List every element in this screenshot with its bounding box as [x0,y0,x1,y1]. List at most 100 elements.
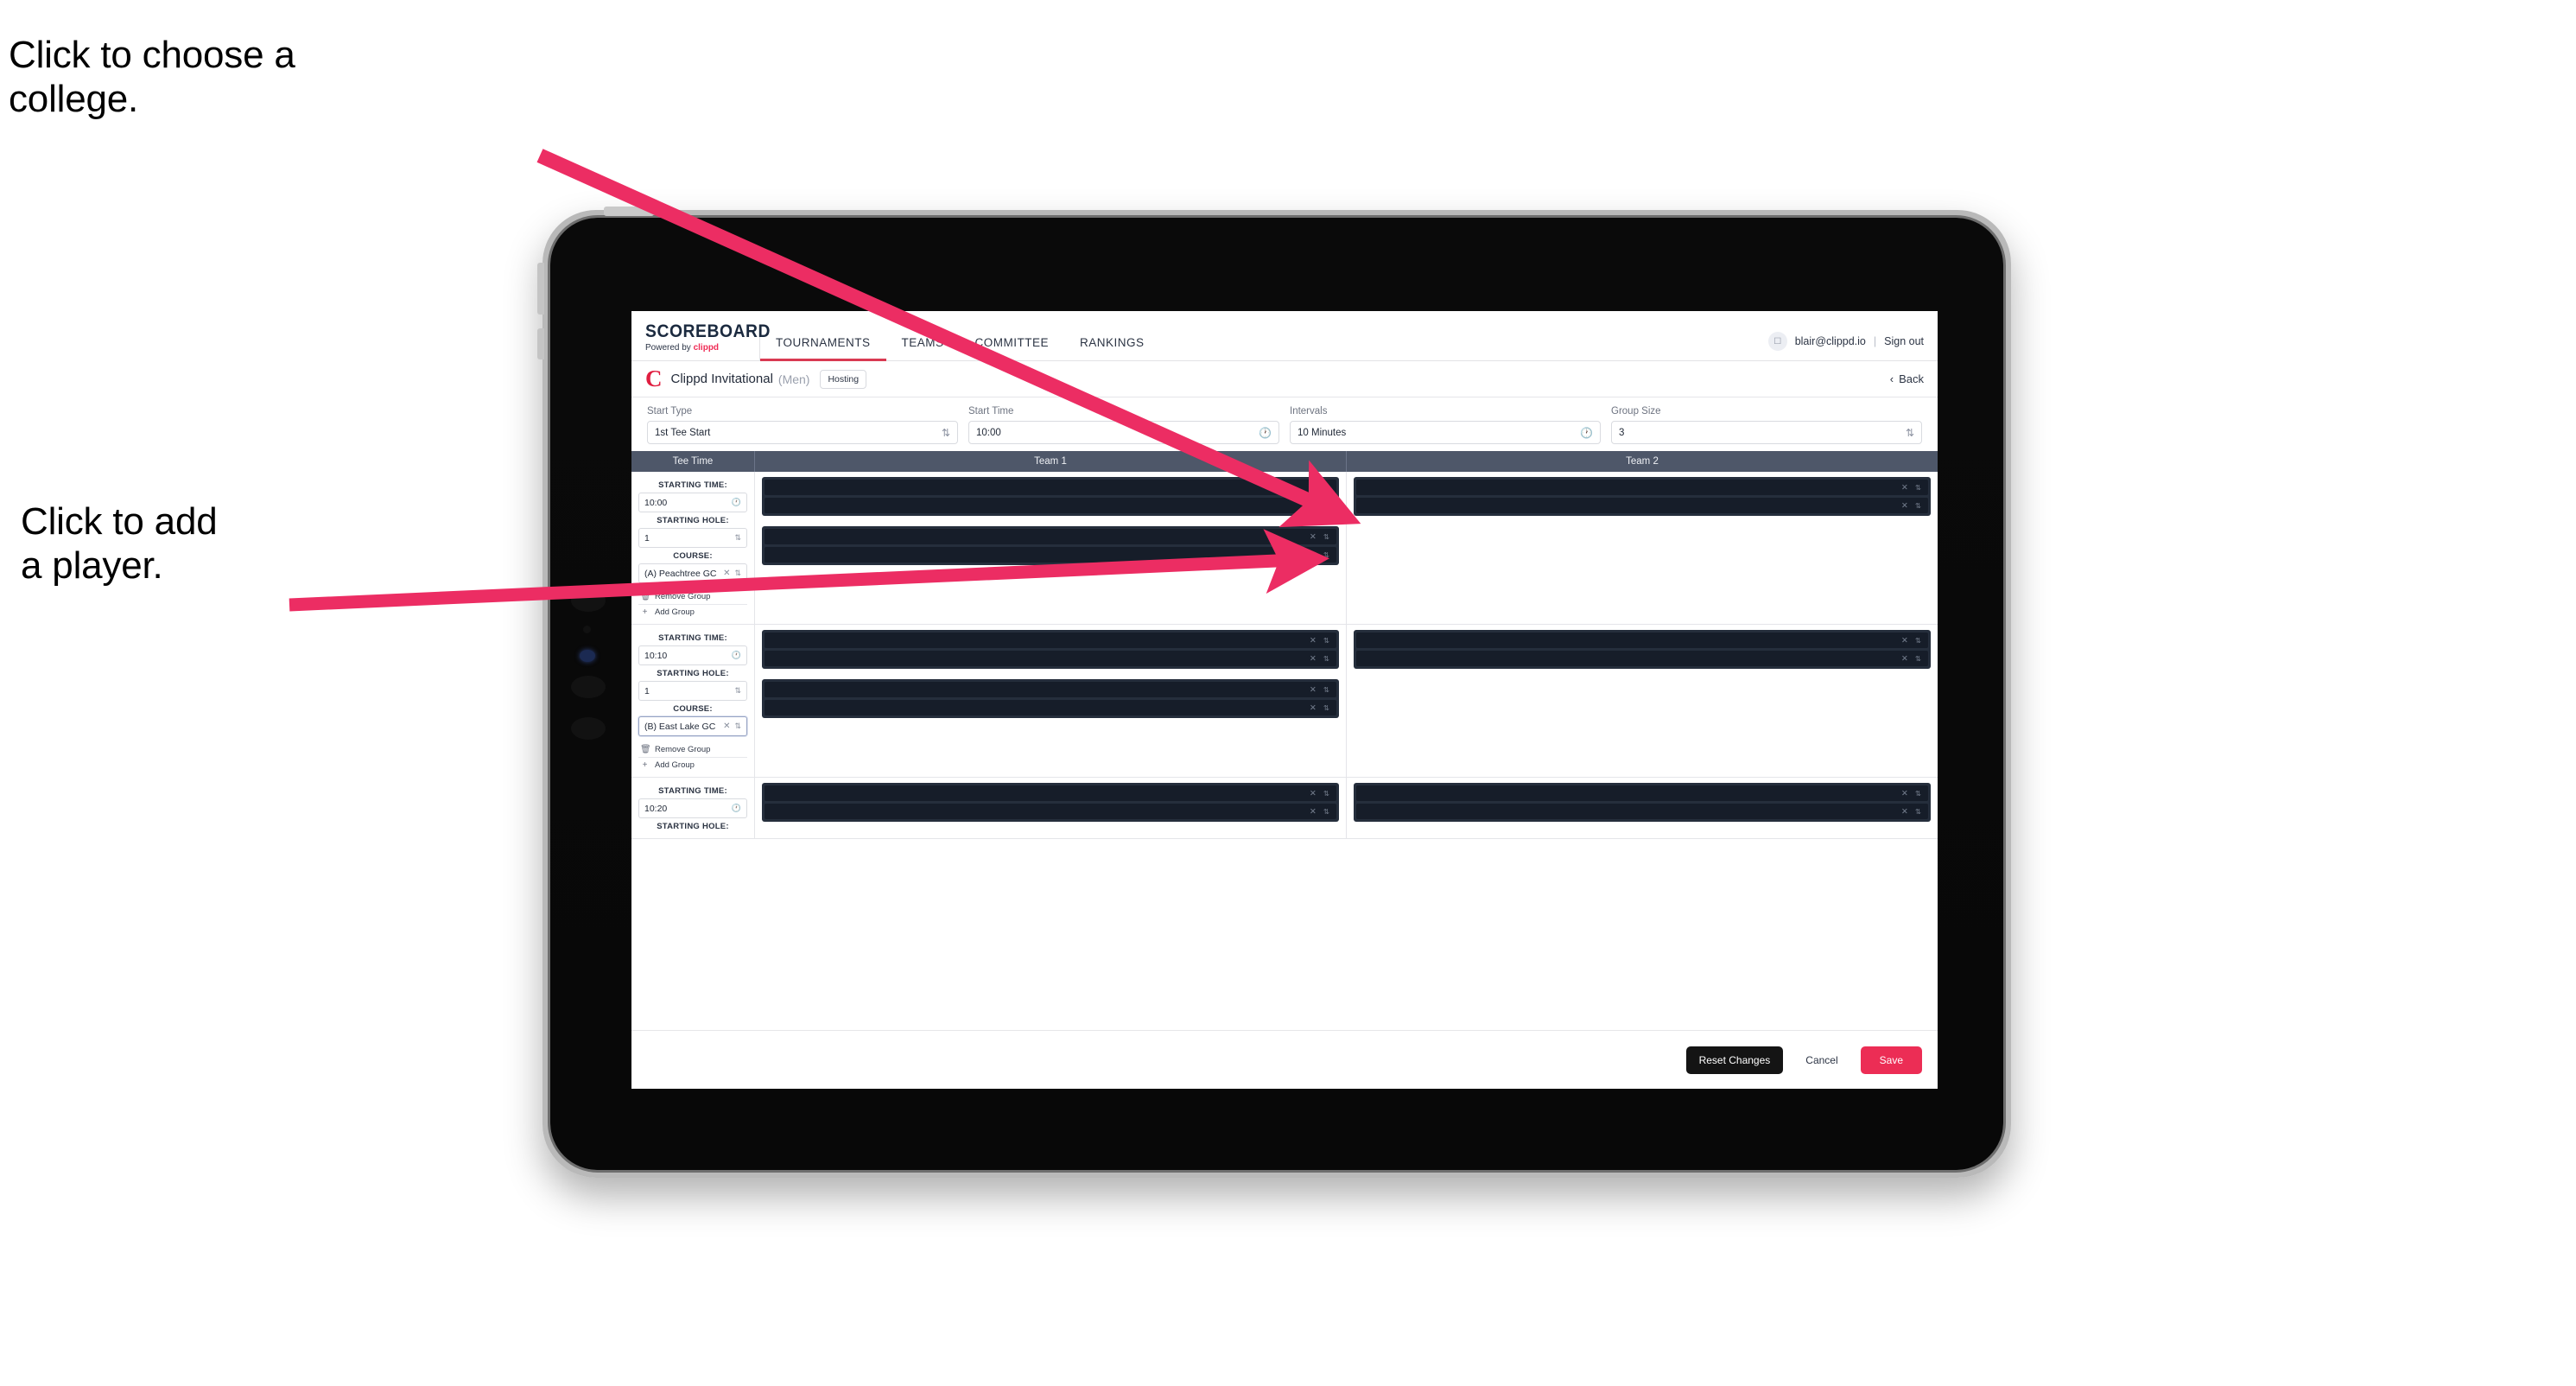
start-type-select[interactable]: 1st Tee Start ⇅ [647,421,958,444]
clock-icon[interactable]: 🕐 [1580,427,1593,439]
close-icon[interactable]: ✕ [1310,550,1317,560]
stepper-icon[interactable]: ⇅ [1323,808,1329,816]
intervals-input[interactable]: 10 Minutes 🕐 [1290,421,1601,444]
starting-time-label: STARTING TIME: [658,786,727,796]
stepper-icon[interactable]: ⇅ [1323,502,1329,510]
back-link[interactable]: ‹ Back [1890,372,1924,385]
close-icon[interactable]: ✕ [1310,654,1317,664]
nav-item-tournaments[interactable]: TOURNAMENTS [760,336,886,361]
starting-time-input[interactable]: 10:00 🕐 [638,493,747,512]
hosting-badge: Hosting [820,369,867,389]
stepper-icon[interactable]: ⇅ [1323,655,1329,663]
stepper-icon[interactable]: ⇅ [1323,637,1329,645]
clock-icon[interactable]: 🕐 [732,499,741,506]
player-slot[interactable]: ✕ ⇅ [1356,480,1928,495]
player-slot[interactable]: ✕ ⇅ [765,804,1336,819]
starting-hole-input[interactable]: 1 ⇅ [638,528,747,548]
player-slot[interactable]: ✕ ⇅ [765,529,1336,544]
add-group-button[interactable]: + Add Group [638,757,747,772]
player-slot[interactable]: ✕ ⇅ [765,498,1336,513]
stepper-icon[interactable]: ⇅ [734,569,741,577]
player-slot[interactable]: ✕ ⇅ [765,480,1336,495]
account-separator: | [1873,335,1877,347]
stepper-icon[interactable]: ⇅ [734,534,741,542]
table-row: STARTING TIME: 10:00 🕐 STARTING HOLE: 1 … [631,472,1938,625]
close-icon[interactable]: ✕ [1901,807,1908,817]
microphone-icon [583,626,591,633]
course-label: COURSE: [673,704,713,714]
stepper-icon[interactable]: ⇅ [1915,790,1921,798]
tee-time-cell: STARTING TIME: 10:20 🕐 STARTING HOLE: [631,778,755,838]
stepper-icon[interactable]: ⇅ [734,722,741,730]
add-group-button[interactable]: + Add Group [638,604,747,620]
clock-icon[interactable]: 🕐 [732,804,741,812]
course-select[interactable]: (A) Peachtree GC ✕ ⇅ [638,563,747,583]
nav-item-rankings[interactable]: RANKINGS [1064,336,1160,361]
table-row: STARTING TIME: 10:20 🕐 STARTING HOLE: ✕ … [631,778,1938,839]
stepper-icon[interactable]: ⇅ [734,687,741,695]
close-icon[interactable]: ✕ [1901,636,1908,645]
starting-time-label: STARTING TIME: [658,480,727,490]
stepper-icon[interactable]: ⇅ [1906,427,1914,439]
user-avatar-icon[interactable]: ☐ [1767,332,1787,351]
close-icon[interactable]: ✕ [1310,703,1317,713]
close-icon[interactable]: ✕ [1901,654,1908,664]
starting-time-input[interactable]: 10:10 🕐 [638,645,747,665]
close-icon[interactable]: ✕ [1310,685,1317,695]
close-icon[interactable]: ✕ [723,722,730,731]
close-icon[interactable]: ✕ [1901,501,1908,511]
stepper-icon[interactable]: ⇅ [1915,484,1921,492]
starting-hole-input[interactable]: 1 ⇅ [638,681,747,701]
player-slot[interactable]: ✕ ⇅ [1356,498,1928,513]
player-slot[interactable]: ✕ ⇅ [765,785,1336,801]
scoreboard-logo[interactable]: SCOREBOARD Powered by clippd [631,321,771,360]
starting-hole-label: STARTING HOLE: [657,669,729,678]
camera-lens-secondary-icon [571,676,606,698]
player-slot[interactable]: ✕ ⇅ [1356,633,1928,648]
save-button[interactable]: Save [1860,1046,1922,1074]
group-size-select[interactable]: 3 ⇅ [1611,421,1922,444]
player-slot[interactable]: ✕ ⇅ [765,682,1336,697]
close-icon[interactable]: ✕ [1310,789,1317,798]
remove-group-button[interactable]: 🗑 Remove Group [638,589,747,604]
tablet-device-frame: SCOREBOARD Powered by clippd TOURNAMENTS… [537,207,2011,1178]
player-slot[interactable]: ✕ ⇅ [765,633,1336,648]
player-slot[interactable]: ✕ ⇅ [1356,804,1928,819]
stepper-icon[interactable]: ⇅ [1323,551,1329,559]
player-slot[interactable]: ✕ ⇅ [765,700,1336,715]
close-icon[interactable]: ✕ [1901,483,1908,493]
cancel-button[interactable]: Cancel [1790,1046,1853,1074]
starting-time-input[interactable]: 10:20 🕐 [638,798,747,818]
course-select[interactable]: (B) East Lake GC ✕ ⇅ [638,716,747,736]
stepper-icon[interactable]: ⇅ [1323,484,1329,492]
player-slot[interactable]: ✕ ⇅ [1356,785,1928,801]
clock-icon[interactable]: 🕐 [732,652,741,659]
player-slot[interactable]: ✕ ⇅ [765,651,1336,666]
stepper-icon[interactable]: ⇅ [1915,655,1921,663]
close-icon[interactable]: ✕ [1310,501,1317,511]
reset-changes-button[interactable]: Reset Changes [1685,1046,1784,1074]
player-slot[interactable]: ✕ ⇅ [1356,651,1928,666]
stepper-icon[interactable]: ⇅ [1915,502,1921,510]
close-icon[interactable]: ✕ [1310,807,1317,817]
stepper-icon[interactable]: ⇅ [1915,637,1921,645]
remove-group-button[interactable]: 🗑 Remove Group [638,742,747,757]
clock-icon[interactable]: 🕐 [1259,427,1272,439]
start-time-input[interactable]: 10:00 🕐 [968,421,1279,444]
stepper-icon[interactable]: ⇅ [942,427,950,439]
stepper-icon[interactable]: ⇅ [1915,808,1921,816]
camera-lens-tertiary-icon [571,717,606,740]
close-icon[interactable]: ✕ [723,569,730,578]
close-icon[interactable]: ✕ [1310,636,1317,645]
close-icon[interactable]: ✕ [1310,483,1317,493]
stepper-icon[interactable]: ⇅ [1323,533,1329,541]
nav-item-committee[interactable]: COMMITTEE [960,336,1065,361]
stepper-icon[interactable]: ⇅ [1323,790,1329,798]
sign-out-link[interactable]: Sign out [1884,335,1924,347]
stepper-icon[interactable]: ⇅ [1323,686,1329,694]
stepper-icon[interactable]: ⇅ [1323,704,1329,712]
close-icon[interactable]: ✕ [1901,789,1908,798]
nav-item-teams[interactable]: TEAMS [886,336,960,361]
close-icon[interactable]: ✕ [1310,532,1317,542]
player-slot[interactable]: ✕ ⇅ [765,547,1336,563]
